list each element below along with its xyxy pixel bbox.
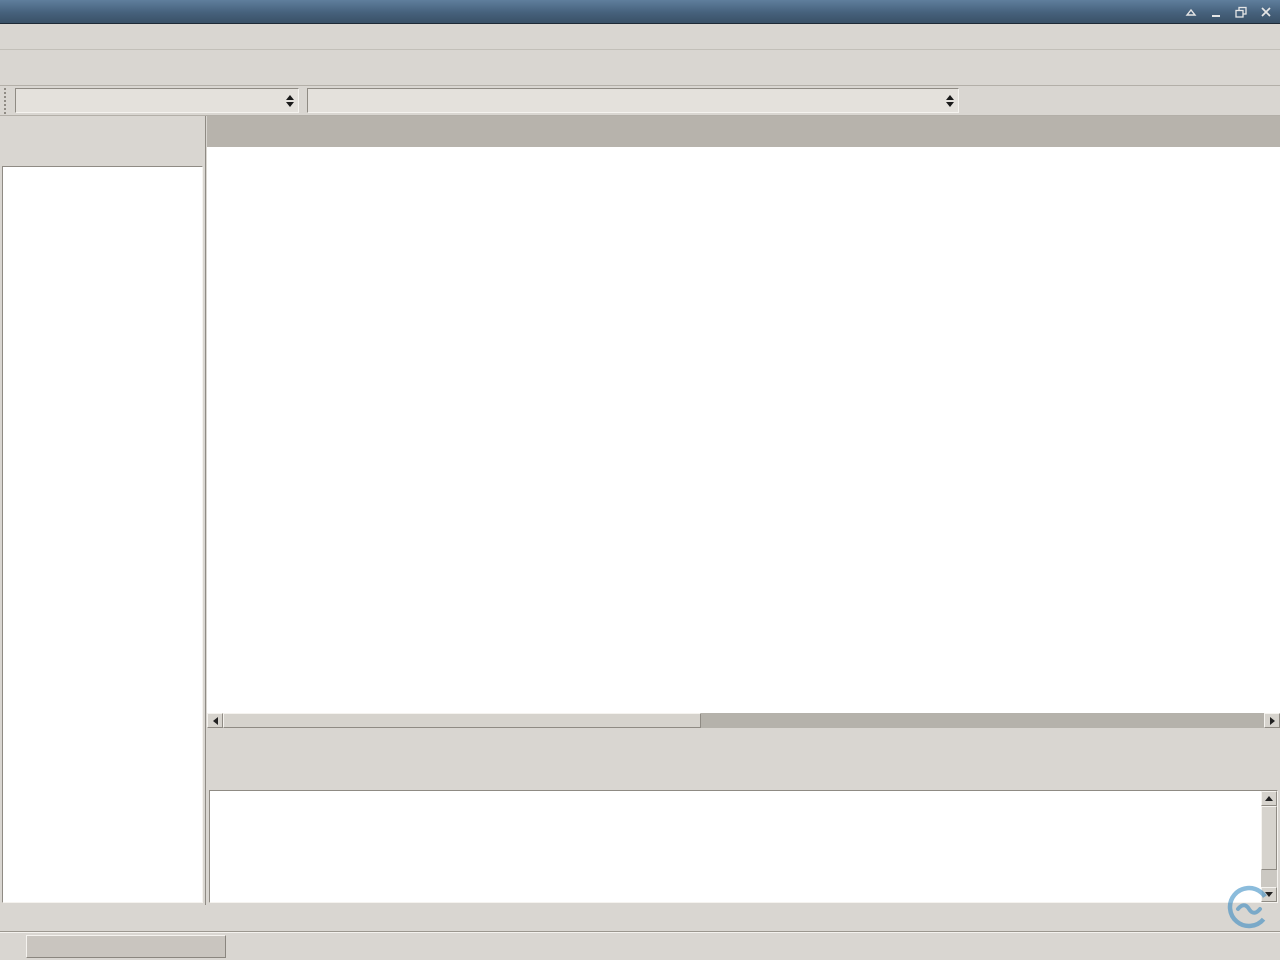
clipped-log-line [215, 791, 1277, 797]
code-completion-toolbar [0, 86, 1280, 116]
scroll-right-icon[interactable] [1264, 713, 1280, 728]
close-button[interactable] [1258, 5, 1274, 19]
taskbar-window-button[interactable] [26, 935, 226, 958]
toolbar-grip[interactable] [4, 88, 10, 114]
spinner-icon[interactable] [946, 95, 958, 107]
hscroll-track[interactable] [701, 713, 1264, 728]
taskbar [0, 931, 1280, 960]
scroll-down-icon[interactable] [1261, 887, 1277, 902]
code-editor[interactable] [207, 147, 1280, 713]
hscroll-thumb[interactable] [223, 713, 701, 728]
spinner-icon[interactable] [286, 95, 298, 107]
splitter[interactable] [207, 728, 1280, 737]
log-vscrollbar[interactable] [1261, 791, 1277, 902]
compiler-toolbar [7, 51, 14, 85]
function-combobox[interactable] [307, 88, 959, 113]
statusbar [0, 905, 1280, 931]
project-tree [2, 166, 203, 903]
maximize-button[interactable] [1233, 5, 1249, 19]
vscroll-track[interactable] [1261, 870, 1277, 887]
debugger-toolbar [14, 51, 21, 85]
titlebar [0, 0, 1280, 24]
scroll-up-icon[interactable] [1261, 791, 1277, 806]
scope-combobox[interactable] [15, 88, 299, 113]
management-panel [0, 116, 206, 905]
shade-button[interactable] [1183, 5, 1199, 19]
logs-panel [207, 737, 1280, 905]
build-log-content [209, 790, 1278, 903]
editor-hscrollbar[interactable] [207, 713, 1280, 728]
file-toolbar [0, 51, 7, 85]
editor-notebook [207, 116, 1280, 728]
toolbar-row [0, 50, 1280, 86]
menubar [0, 24, 1280, 50]
codeblocks-window [0, 0, 1280, 960]
minimize-button[interactable] [1208, 5, 1224, 19]
scroll-left-icon[interactable] [207, 713, 223, 728]
vscroll-thumb[interactable] [1261, 806, 1277, 870]
workspace-tree-item[interactable] [3, 167, 202, 177]
